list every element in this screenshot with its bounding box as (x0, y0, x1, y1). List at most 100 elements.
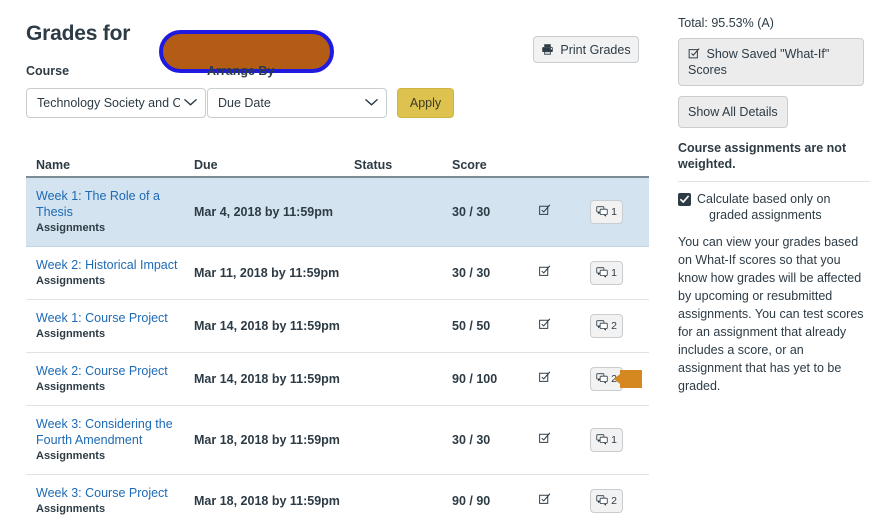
apply-button[interactable]: Apply (397, 88, 454, 118)
due-date: Mar 4, 2018 by 11:59pm (194, 205, 333, 219)
comments-button[interactable]: 1 (590, 428, 623, 452)
score-cell: 30 / 30 (442, 264, 514, 282)
comment-icon (596, 319, 608, 334)
due-date-cell: Mar 14, 2018 by 11:59pm (194, 317, 354, 335)
grades-table: Name Due Status Score Week 1: The Role o… (26, 150, 649, 520)
what-if-score-button[interactable] (514, 431, 574, 449)
table-header-row: Name Due Status Score (26, 150, 649, 178)
assignment-group: Assignments (36, 222, 106, 234)
table-row: Week 2: Historical Impact Assignments Mar … (26, 247, 649, 300)
due-date-cell: Mar 14, 2018 by 11:59pm (194, 370, 354, 388)
chevron-down-icon (365, 96, 378, 110)
column-header-due: Due (194, 158, 218, 172)
assignment-link[interactable]: Week 1: The Role of a Thesis (36, 188, 194, 220)
score-value: 50 / 50 (452, 319, 491, 333)
weighting-note: Course assignments are not weighted. (678, 141, 847, 171)
due-date: Mar 18, 2018 by 11:59pm (194, 494, 340, 508)
comment-count: 1 (611, 433, 617, 446)
grades-sidebar: Total: 95.53% (A) Show Saved "What-If" S… (678, 0, 870, 520)
comments-cell: 2 (574, 367, 642, 391)
comment-icon (596, 266, 608, 281)
comment-count: 2 (611, 494, 617, 507)
column-header-status: Status (354, 158, 393, 172)
show-saved-whatif-scores-label: Show Saved "What-If" Scores (688, 47, 830, 77)
due-date-cell: Mar 18, 2018 by 11:59pm (194, 492, 354, 510)
comments-button[interactable]: 1 (590, 200, 623, 224)
score-cell: 30 / 30 (442, 431, 514, 449)
assignment-name-cell: Week 3: Course Project Assignments (26, 485, 194, 517)
grades-page: Grades for Print Grades Course Arrange B… (0, 0, 870, 520)
due-date: Mar 14, 2018 by 11:59pm (194, 319, 340, 333)
score-cell: 30 / 30 (442, 203, 514, 221)
assignment-name-cell: Week 3: Considering the Fourth Amendment… (26, 416, 194, 464)
assignment-link[interactable]: Week 2: Course Project (36, 363, 194, 379)
column-header-score: Score (452, 158, 487, 172)
course-select[interactable]: Technology Society and Cu (26, 88, 206, 118)
comments-button[interactable]: 1 (590, 261, 623, 285)
score-value: 30 / 30 (452, 205, 491, 219)
table-row: Week 1: The Role of a Thesis Assignments M… (26, 178, 649, 247)
what-if-score-button[interactable] (514, 492, 574, 510)
print-grades-label: Print Grades (560, 42, 631, 57)
comments-button[interactable]: 2 (590, 314, 623, 338)
comments-cell: 1 (574, 261, 639, 285)
comments-button[interactable]: 2 (590, 489, 623, 513)
show-saved-whatif-scores-button[interactable]: Show Saved "What-If" Scores (678, 38, 864, 86)
comment-count: 2 (611, 319, 617, 332)
what-if-score-icon (538, 492, 551, 510)
score-value: 90 / 100 (452, 372, 498, 386)
chevron-down-icon (184, 96, 197, 110)
comments-cell: 1 (574, 200, 639, 224)
score-value: 30 / 30 (452, 433, 491, 447)
comment-count: 1 (611, 205, 617, 218)
due-date-cell: Mar 18, 2018 by 11:59pm (194, 431, 354, 449)
calculate-graded-only-checkbox[interactable] (678, 193, 691, 206)
arrange-by-select-value: Due Date (218, 96, 271, 110)
what-if-score-button[interactable] (514, 317, 574, 335)
due-date-cell: Mar 11, 2018 by 11:59pm (194, 264, 354, 282)
due-date: Mar 11, 2018 by 11:59pm (194, 266, 340, 280)
what-if-score-icon (538, 264, 551, 282)
table-row: Week 1: Course Project Assignments Mar 14,… (26, 300, 649, 353)
main-content: Grades for Print Grades Course Arrange B… (0, 0, 663, 520)
calculate-graded-only-row[interactable]: Calculate based only on graded assignmen… (678, 191, 870, 223)
score-cell: 90 / 100 (442, 370, 514, 388)
what-if-score-icon (538, 203, 551, 221)
assignment-group: Assignments (36, 503, 106, 515)
check-icon (680, 195, 689, 203)
what-if-score-button[interactable] (514, 370, 574, 388)
what-if-score-button[interactable] (514, 264, 574, 282)
table-row: Week 3: Considering the Fourth Amendment… (26, 406, 649, 475)
comments-cell: 1 (574, 428, 639, 452)
assignment-link[interactable]: Week 3: Course Project (36, 485, 194, 501)
arrange-by-label: Arrange By (207, 64, 275, 78)
table-row: Week 3: Course Project Assignments Mar 18,… (26, 475, 649, 520)
assignment-link[interactable]: Week 3: Considering the Fourth Amendment (36, 416, 194, 448)
assignment-name-cell: Week 2: Course Project Assignments (26, 363, 194, 395)
comment-icon (596, 372, 608, 387)
calculate-graded-only-label-line2: graded assignments (709, 208, 822, 222)
assignment-name-cell: Week 1: Course Project Assignments (26, 310, 194, 342)
table-body: Week 1: The Role of a Thesis Assignments M… (26, 178, 649, 520)
assignment-link[interactable]: Week 1: Course Project (36, 310, 194, 326)
comments-cell: 2 (574, 489, 639, 513)
arrange-by-select[interactable]: Due Date (207, 88, 387, 118)
what-if-score-button[interactable] (514, 203, 574, 221)
due-date: Mar 18, 2018 by 11:59pm (194, 433, 340, 447)
what-if-score-icon (688, 47, 706, 61)
due-date: Mar 14, 2018 by 11:59pm (194, 372, 340, 386)
annotation-marker[interactable] (614, 370, 642, 388)
score-cell: 90 / 90 (442, 492, 514, 510)
show-all-details-button[interactable]: Show All Details (678, 96, 788, 128)
assignment-link[interactable]: Week 2: Historical Impact (36, 257, 194, 273)
score-value: 30 / 30 (452, 266, 491, 280)
assignment-name-cell: Week 2: Historical Impact Assignments (26, 257, 194, 289)
page-header: Grades for Print Grades (26, 16, 639, 73)
print-grades-button[interactable]: Print Grades (533, 36, 639, 63)
comment-count: 1 (611, 266, 617, 279)
score-cell: 50 / 50 (442, 317, 514, 335)
assignment-group: Assignments (36, 275, 106, 287)
whatif-help-text: You can view your grades based on What-I… (678, 235, 864, 393)
assignment-group: Assignments (36, 328, 106, 340)
comment-icon (596, 205, 608, 220)
